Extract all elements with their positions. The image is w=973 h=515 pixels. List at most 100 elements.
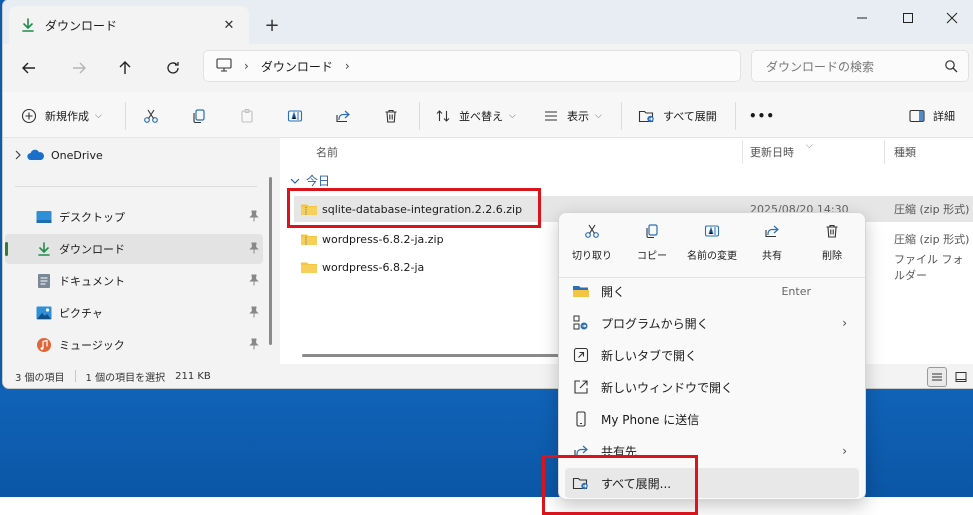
menu-item-open-new-tab[interactable]: 新しいタブで開く [565, 340, 859, 370]
cloud-icon [27, 146, 45, 164]
share-icon [762, 221, 782, 241]
context-delete-button[interactable]: 削除 [803, 221, 861, 269]
scissors-icon [141, 106, 161, 126]
pin-icon[interactable] [249, 274, 259, 289]
menu-item-label: 共有先 [601, 444, 638, 459]
music-icon [35, 336, 53, 354]
sidebar-item-downloads[interactable]: ダウンロード [5, 234, 263, 264]
pin-icon[interactable] [249, 306, 259, 321]
menu-item-shortcut: Enter [781, 284, 811, 298]
rename-button[interactable] [285, 102, 311, 130]
sidebar-item-documents[interactable]: ドキュメント [5, 266, 263, 296]
desktop-icon [35, 208, 53, 226]
context-cut-button[interactable]: 切り取り [563, 221, 621, 269]
sidebar-item-label: ミュージック [59, 339, 125, 352]
sort-button[interactable]: 並べ替え ⌵ [433, 102, 516, 130]
context-rename-label: 名前の変更 [687, 251, 737, 262]
chevron-down-icon [290, 174, 300, 188]
context-copy-button[interactable]: コピー [623, 221, 681, 269]
search-box[interactable]: ダウンロードの検索 [751, 50, 969, 82]
search-icon [944, 59, 958, 76]
trash-icon [822, 221, 842, 241]
file-type: ファイル フォルダー [894, 253, 964, 282]
pin-icon[interactable] [249, 338, 259, 353]
chevron-right-icon[interactable] [9, 150, 27, 160]
tiles-view-button[interactable] [951, 367, 971, 387]
new-label: 新規作成 [45, 110, 89, 123]
extract-icon [571, 473, 591, 493]
menu-item-open[interactable]: 開く Enter [565, 276, 859, 306]
back-button[interactable] [15, 54, 43, 82]
menu-item-label: すべて展開... [601, 476, 672, 491]
maximize-button[interactable] [885, 4, 931, 32]
column-divider[interactable] [742, 140, 743, 164]
horizontal-scrollbar[interactable] [302, 354, 562, 357]
refresh-button[interactable] [159, 54, 187, 82]
close-tab-icon[interactable]: ✕ [219, 15, 239, 35]
up-button[interactable] [111, 54, 139, 82]
sidebar-item-onedrive[interactable]: OneDrive [5, 140, 263, 170]
menu-item-label: 新しいウィンドウで開く [601, 380, 734, 395]
open-with-icon [571, 313, 591, 333]
tab-downloads[interactable]: ダウンロード ✕ [9, 6, 249, 44]
share-button[interactable] [333, 102, 359, 130]
more-options-button[interactable]: ••• [749, 102, 775, 130]
context-delete-label: 削除 [822, 251, 842, 262]
extract-icon [637, 106, 657, 126]
column-header-name[interactable]: 名前 [316, 138, 338, 166]
column-header-type[interactable]: 種類 [894, 138, 916, 166]
context-share-button[interactable]: 共有 [743, 221, 801, 269]
new-tab-button[interactable]: + [261, 14, 283, 36]
breadcrumb-downloads[interactable]: ダウンロード [261, 58, 333, 75]
forward-button[interactable] [65, 54, 93, 82]
divider [621, 102, 622, 130]
menu-item-share-to[interactable]: 共有先 › [565, 436, 859, 466]
details-view-button[interactable] [927, 367, 947, 387]
pin-icon[interactable] [249, 210, 259, 225]
paste-button[interactable] [237, 102, 263, 130]
group-header-today[interactable]: 今日 [290, 172, 330, 189]
column-header-date[interactable]: 更新日時 [750, 138, 794, 166]
menu-item-extract-all[interactable]: すべて展開... [565, 468, 859, 498]
copy-button[interactable] [189, 102, 215, 130]
sidebar-item-music[interactable]: ミュージック [5, 330, 263, 360]
context-menu: 切り取り コピー 名前の変更 共有 削除 開く Enter プログラムから開く … [558, 212, 866, 500]
menu-item-label: 開く [601, 284, 626, 299]
minimize-button[interactable] [839, 4, 885, 32]
extract-all-button[interactable]: すべて展開 [637, 102, 717, 130]
zip-folder-icon [300, 231, 318, 247]
copy-icon [189, 106, 209, 126]
breadcrumb-separator[interactable]: › [244, 59, 249, 73]
column-divider[interactable] [884, 140, 885, 164]
new-button[interactable]: 新規作成 ⌵ [19, 102, 102, 130]
view-icon [541, 106, 561, 126]
context-cut-label: 切り取り [572, 251, 612, 262]
pc-icon [216, 57, 232, 75]
selected-count: 1 個の項目を選択 [85, 372, 166, 384]
address-bar[interactable]: › ダウンロード › [203, 50, 741, 82]
sidebar-item-label: ダウンロード [59, 243, 125, 256]
sidebar-item-desktop[interactable]: デスクトップ [5, 202, 263, 232]
delete-button[interactable] [381, 102, 407, 130]
file-type: 圧縮 (zip 形式) [894, 233, 970, 246]
sidebar-item-label: OneDrive [51, 148, 103, 162]
rename-icon [702, 221, 722, 241]
menu-item-send-to-phone[interactable]: My Phone に送信 [565, 404, 859, 434]
menu-item-open-new-window[interactable]: 新しいウィンドウで開く [565, 372, 859, 402]
menu-item-label: プログラムから開く [601, 316, 709, 331]
pin-icon[interactable] [249, 242, 259, 257]
search-input[interactable]: ダウンロードの検索 [766, 58, 874, 75]
view-button[interactable]: 表示 ⌵ [541, 102, 602, 130]
view-label: 表示 [567, 110, 589, 123]
menu-item-open-with[interactable]: プログラムから開く › [565, 308, 859, 338]
breadcrumb-separator[interactable]: › [345, 59, 350, 73]
sidebar-item-pictures[interactable]: ピクチャ [5, 298, 263, 328]
sidebar-scrollbar[interactable] [269, 177, 272, 345]
sidebar-item-label: ピクチャ [59, 307, 103, 320]
phone-icon [571, 409, 591, 429]
more-icon: ••• [749, 109, 776, 123]
details-pane-button[interactable]: 詳細 [907, 102, 955, 130]
context-rename-button[interactable]: 名前の変更 [683, 221, 741, 269]
cut-button[interactable] [141, 102, 167, 130]
close-window-button[interactable] [929, 4, 973, 32]
